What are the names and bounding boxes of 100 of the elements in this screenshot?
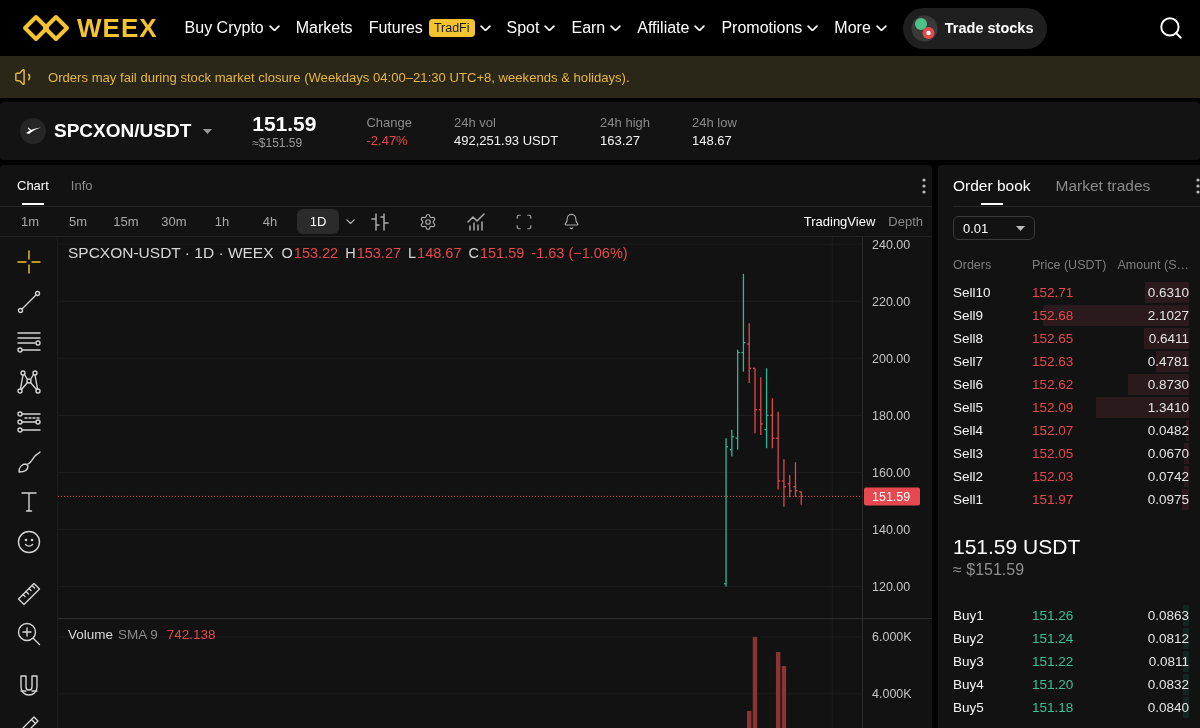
coin-icon bbox=[20, 118, 46, 144]
order-row[interactable]: Sell4 152.07 0.0482 bbox=[953, 419, 1189, 442]
axis-label: 220.00 bbox=[872, 294, 911, 309]
order-label: Sell5 bbox=[953, 400, 985, 415]
more-options-icon[interactable] bbox=[922, 177, 926, 194]
axis-label: 180.00 bbox=[872, 408, 911, 423]
order-label: Buy1 bbox=[953, 608, 985, 623]
ohlc-label: H bbox=[345, 245, 356, 261]
interval-tab[interactable]: 30m bbox=[153, 209, 195, 234]
order-row[interactable]: Sell8 152.65 0.6411 bbox=[953, 327, 1189, 350]
order-label: Sell6 bbox=[953, 377, 985, 392]
pair-selector[interactable]: SPCXON/USDT bbox=[20, 118, 213, 144]
order-price: 152.68 bbox=[1032, 308, 1075, 323]
search-icon[interactable] bbox=[1158, 15, 1184, 41]
interval-tab[interactable]: 5m bbox=[57, 209, 99, 234]
order-label: Sell7 bbox=[953, 354, 985, 369]
order-book-tab[interactable]: Market trades bbox=[1055, 165, 1151, 206]
chart-tab[interactable]: Info bbox=[70, 165, 93, 206]
chart-tab[interactable]: Chart bbox=[17, 165, 49, 206]
order-price: 152.07 bbox=[1032, 423, 1075, 438]
order-row[interactable]: Buy1 151.26 0.0863 bbox=[953, 604, 1189, 627]
axis-label: 140.00 bbox=[872, 523, 911, 538]
interval-tab[interactable]: 4h bbox=[249, 209, 291, 234]
interval-tab[interactable]: 1m bbox=[9, 209, 51, 234]
order-label: Sell9 bbox=[953, 308, 985, 323]
more-options-icon[interactable] bbox=[1196, 177, 1200, 194]
order-price: 151.97 bbox=[1032, 492, 1075, 507]
stat-label: 24h vol bbox=[454, 114, 497, 130]
interval-tab[interactable]: 15m bbox=[105, 209, 147, 234]
order-label: Sell4 bbox=[953, 423, 985, 438]
order-row[interactable]: Sell6 152.62 0.8730 bbox=[953, 373, 1189, 396]
order-row[interactable]: Sell3 152.05 0.0670 bbox=[953, 442, 1189, 465]
order-price: 152.62 bbox=[1032, 377, 1075, 392]
nav-menu-item[interactable]: Markets bbox=[295, 18, 353, 38]
zoom-in-icon[interactable] bbox=[16, 622, 41, 646]
ohlc-label: L bbox=[408, 245, 417, 261]
crosshair-icon[interactable] bbox=[16, 250, 41, 274]
view-tab[interactable]: Depth bbox=[888, 214, 923, 229]
order-price: 151.24 bbox=[1032, 631, 1075, 646]
order-row[interactable]: Sell9 152.68 2.1027 bbox=[953, 304, 1189, 327]
ohlc-label: C bbox=[468, 245, 479, 261]
order-label: Sell1 bbox=[953, 492, 985, 507]
nav-menu-item[interactable]: Promotions bbox=[721, 18, 819, 38]
fullscreen-icon[interactable] bbox=[515, 212, 533, 231]
order-row[interactable]: Sell10 152.71 0.6310 bbox=[953, 281, 1189, 304]
order-amount: 1.3410 bbox=[1147, 400, 1189, 415]
order-price: 152.05 bbox=[1032, 446, 1075, 461]
column-header: Orders bbox=[953, 258, 993, 272]
order-row[interactable]: Buy4 151.20 0.0832 bbox=[953, 673, 1189, 696]
stocks-icon bbox=[910, 14, 938, 42]
indicators-icon[interactable] bbox=[467, 212, 485, 231]
nav-menu-item[interactable]: Futures TradFi bbox=[368, 18, 491, 38]
nav-menu-item[interactable]: Earn bbox=[571, 18, 622, 38]
order-label: Sell8 bbox=[953, 331, 985, 346]
nav-menu-item[interactable]: More bbox=[834, 18, 887, 38]
nav-menu-item[interactable]: Affiliate bbox=[637, 18, 706, 38]
interval-tab[interactable]: 1h bbox=[201, 209, 243, 234]
logo-mark-icon bbox=[22, 14, 70, 42]
bar-style-icon[interactable] bbox=[371, 212, 389, 231]
order-row[interactable]: Sell1 151.97 0.0975 bbox=[953, 488, 1189, 511]
ohlc-value: 153.22 bbox=[293, 245, 339, 261]
order-amount: 0.4781 bbox=[1147, 354, 1189, 369]
pattern-tool-icon[interactable] bbox=[16, 370, 41, 394]
axis-label: 4.000K bbox=[872, 687, 912, 702]
order-label: Sell3 bbox=[953, 446, 985, 461]
bell-icon[interactable] bbox=[563, 213, 580, 230]
precision-select[interactable]: 0.01 bbox=[953, 216, 1035, 240]
line-tool-icon[interactable] bbox=[16, 290, 41, 314]
view-tab[interactable]: TradingView bbox=[803, 214, 876, 229]
trade-stocks-button[interactable]: Trade stocks bbox=[902, 7, 1048, 49]
horizontal-lines-icon[interactable] bbox=[16, 330, 41, 354]
brush-icon[interactable] bbox=[16, 450, 41, 474]
price-change: -1.63 (−1.06%) bbox=[531, 245, 628, 261]
order-amount: 0.6310 bbox=[1147, 285, 1189, 300]
stat-value: -2.47% bbox=[366, 132, 409, 148]
logo-text[interactable]: WEEX bbox=[77, 15, 158, 41]
order-book-tab[interactable]: Order book bbox=[953, 165, 1031, 206]
column-header: Price (USDT) bbox=[1032, 258, 1108, 272]
order-price: 152.09 bbox=[1032, 400, 1075, 415]
order-price: 151.20 bbox=[1032, 677, 1075, 692]
order-row[interactable]: Buy3 151.22 0.0811 bbox=[953, 650, 1189, 673]
ruler-icon[interactable] bbox=[16, 582, 41, 606]
chart-legend-title: SPCXON-USDT · 1D · WEEX bbox=[68, 244, 274, 262]
order-row[interactable]: Buy5 151.18 0.0840 bbox=[953, 696, 1189, 719]
nav-menu-item[interactable]: Buy Crypto bbox=[184, 18, 280, 38]
ohlc-value: 148.67 bbox=[417, 245, 462, 261]
emoji-icon[interactable] bbox=[16, 530, 41, 554]
parallel-lines-icon[interactable] bbox=[16, 410, 41, 434]
interval-tab[interactable]: 1D bbox=[297, 209, 339, 234]
settings-icon[interactable] bbox=[419, 212, 437, 231]
order-row[interactable]: Sell2 152.03 0.0742 bbox=[953, 465, 1189, 488]
column-header: Amount (S… bbox=[1117, 258, 1189, 272]
price-usd: ≈$151.59 bbox=[252, 135, 304, 151]
notice-text: Orders may fail during stock market closure (Weekdays 04:00–21:30 UTC+8, weekends & holidays). bbox=[48, 69, 630, 85]
order-row[interactable]: Sell7 152.63 0.4781 bbox=[953, 350, 1189, 373]
order-row[interactable]: Sell5 152.09 1.3410 bbox=[953, 396, 1189, 419]
order-row[interactable]: Buy2 151.24 0.0812 bbox=[953, 627, 1189, 650]
nav-menu-item[interactable]: Spot bbox=[506, 18, 556, 38]
order-label: Sell2 bbox=[953, 469, 985, 484]
order-amount: 0.0811 bbox=[1148, 654, 1189, 669]
